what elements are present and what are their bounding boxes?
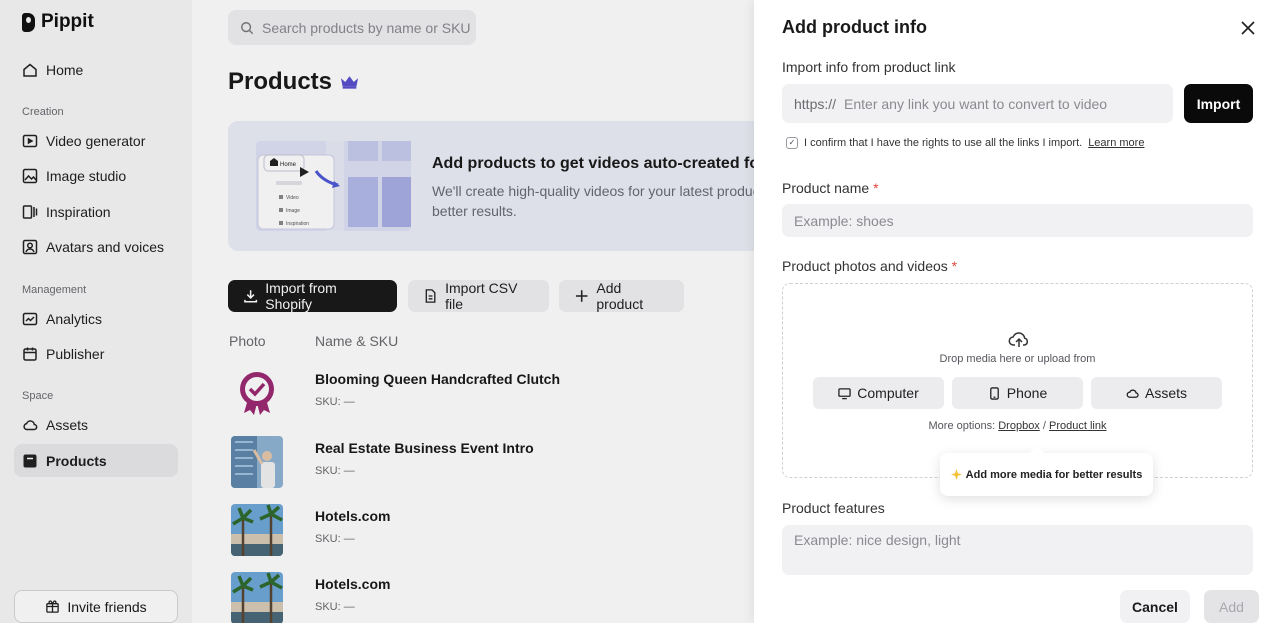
more-options-label: More options: [928,420,996,432]
rights-checkbox[interactable]: ✓ [786,137,798,149]
product-link-field[interactable]: https:// [782,84,1173,123]
modal-backdrop[interactable] [0,0,754,623]
import-button[interactable]: Import [1184,84,1253,123]
phone-icon [989,386,999,400]
monitor-icon [838,387,851,399]
cloud-upload-icon [1008,332,1029,347]
more-options: More options: Dropbox / Product link [783,420,1252,432]
drawer-title: Add product info [782,17,927,37]
product-features-input[interactable] [782,525,1253,575]
product-name-label-text: Product name [782,180,870,196]
add-product-drawer: Add product info Import info from produc… [754,0,1280,623]
cloud-icon [1126,389,1139,398]
rights-confirmation-text: I confirm that I have the rights to use … [804,137,1083,149]
url-prefix: https:// [794,95,837,112]
product-name-input[interactable] [782,204,1253,237]
close-icon[interactable] [1238,18,1258,38]
dropbox-link[interactable]: Dropbox [998,420,1040,432]
upload-from-computer-button[interactable]: Computer [813,377,944,409]
cancel-button[interactable]: Cancel [1120,590,1190,623]
source-label: Phone [1006,385,1048,401]
upload-from-phone-button[interactable]: Phone [952,377,1083,409]
product-name-label: Product name * [782,180,879,196]
add-button[interactable]: Add [1204,590,1259,623]
import-link-label: Import info from product link [782,59,956,75]
required-mark: * [951,258,958,274]
rights-confirmation: ✓ I confirm that I have the rights to us… [786,137,1144,149]
upload-from-assets-button[interactable]: Assets [1091,377,1222,409]
product-link-input[interactable] [844,95,1165,112]
product-features-label: Product features [782,500,885,516]
required-mark: * [873,180,879,196]
source-label: Assets [1144,385,1187,401]
media-tip-tooltip: Add more media for better results [940,453,1153,496]
options-separator: / [1042,420,1046,432]
media-dropzone[interactable]: Drop media here or upload from Computer … [782,283,1253,496]
tooltip-text: Add more media for better results [965,468,1143,481]
drop-text: Drop media here or upload from [939,353,1096,365]
product-media-label: Product photos and videos * [782,258,957,274]
source-label: Computer [857,385,919,401]
learn-more-link[interactable]: Learn more [1088,137,1144,149]
sparkle-icon [950,469,962,480]
product-media-label-text: Product photos and videos [782,258,948,274]
product-link-link[interactable]: Product link [1049,420,1106,432]
